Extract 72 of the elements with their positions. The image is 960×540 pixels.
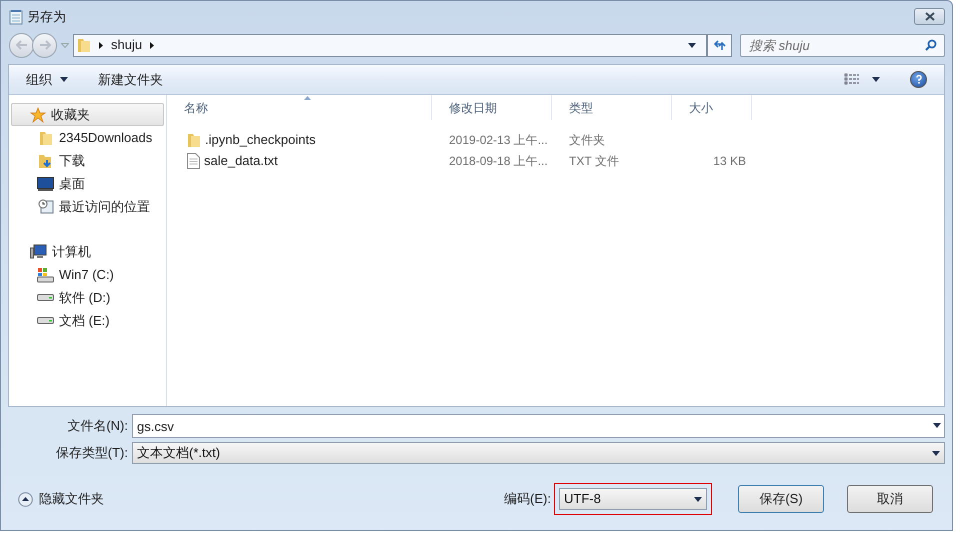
download-folder-icon [38, 152, 54, 168]
windows-drive-icon [37, 266, 54, 282]
desktop-icon [37, 176, 54, 190]
view-options-button[interactable] [844, 73, 880, 86]
close-icon [924, 12, 934, 21]
collapse-up-icon [18, 492, 33, 506]
folder-icon [187, 132, 201, 148]
caret-icon [60, 77, 68, 82]
drive-icon [37, 294, 54, 301]
search-icon [925, 38, 937, 50]
hide-folders-button[interactable]: 隐藏文件夹 [18, 489, 104, 509]
caret-icon [872, 77, 880, 82]
file-type-dropdown[interactable]: 文本文档(*.txt) [132, 442, 945, 464]
caret-icon [688, 42, 696, 48]
dialog-button[interactable]: 保存(S) [738, 485, 824, 513]
chevron-icon [99, 42, 103, 48]
chevron-icon [150, 42, 154, 48]
column-header[interactable]: 名称 [167, 95, 432, 120]
caret-icon [933, 423, 941, 428]
caret-icon [932, 450, 940, 456]
nav-group-header[interactable]: 收藏夹 [11, 103, 164, 126]
question-mark-icon [916, 75, 922, 84]
column-header[interactable]: 类型 [552, 95, 672, 120]
drive-icon [37, 317, 54, 324]
folder-icon [38, 130, 52, 146]
breadcrumb-item[interactable]: shuju [111, 35, 142, 55]
refresh-arrows-icon [712, 39, 726, 51]
details-view-icon [844, 73, 860, 86]
encoding-dropdown[interactable]: UTF-8 [559, 488, 707, 510]
caret-icon [694, 496, 702, 502]
window-title: 另存为 [27, 8, 66, 26]
nav-item[interactable]: 最近访问的位置 [9, 195, 166, 218]
file-size: 13 KB [713, 152, 746, 170]
column-header[interactable]: 大小 [672, 95, 752, 120]
close-button[interactable] [914, 8, 945, 25]
nav-item[interactable]: 文档 (E:) [9, 309, 166, 332]
nav-item[interactable]: Win7 (C:) [9, 263, 166, 286]
file-type: TXT 文件 [569, 154, 619, 168]
refresh-button[interactable] [707, 34, 732, 56]
nav-item[interactable]: 下载 [9, 149, 166, 172]
computer-icon [30, 244, 47, 260]
history-caret-icon [61, 42, 69, 48]
file-name: sale_data.txt [204, 152, 278, 170]
nav-item[interactable]: 软件 (D:) [9, 286, 166, 309]
nav-group-header[interactable]: 计算机 [11, 240, 164, 263]
modified-date: 2018-09-18 上午... [449, 154, 548, 168]
nav-item[interactable]: 2345Downloads [9, 126, 166, 149]
file-row[interactable]: sale_data.txt 2018-09-18 上午... TXT 文件 13 KB [167, 150, 944, 171]
notepad-icon [9, 8, 23, 24]
nav-item[interactable]: 桌面 [9, 172, 166, 195]
recent-places-icon [38, 198, 54, 214]
field-label: 文件名(N): [66, 417, 128, 436]
file-row[interactable]: .ipynb_checkpoints 2019-02-13 上午... 文件夹 [167, 129, 944, 150]
folder-icon [77, 37, 91, 53]
back-arrow-icon [16, 40, 28, 50]
sort-arrow-icon [304, 96, 311, 100]
search-field[interactable]: 搜索 shuju [740, 34, 945, 56]
dialog-button[interactable]: 取消 [847, 485, 933, 513]
organize-button[interactable]: 组织 [26, 70, 68, 90]
field-label: 保存类型(T): [54, 444, 128, 462]
address-bar[interactable]: shuju [73, 34, 707, 56]
filename-field[interactable]: gs.csv [132, 414, 945, 438]
modified-date: 2019-02-13 上午... [449, 132, 548, 146]
forward-arrow-icon [38, 40, 50, 50]
star-icon [30, 106, 46, 122]
text-file-icon [187, 152, 200, 168]
file-type: 文件夹 [569, 132, 605, 146]
column-header[interactable]: 修改日期 [432, 95, 552, 120]
new-folder-button[interactable]: 新建文件夹 [98, 70, 163, 90]
file-name: .ipynb_checkpoints [205, 130, 316, 149]
field-label: 编码(E): [504, 490, 551, 508]
help-button[interactable] [910, 71, 927, 88]
